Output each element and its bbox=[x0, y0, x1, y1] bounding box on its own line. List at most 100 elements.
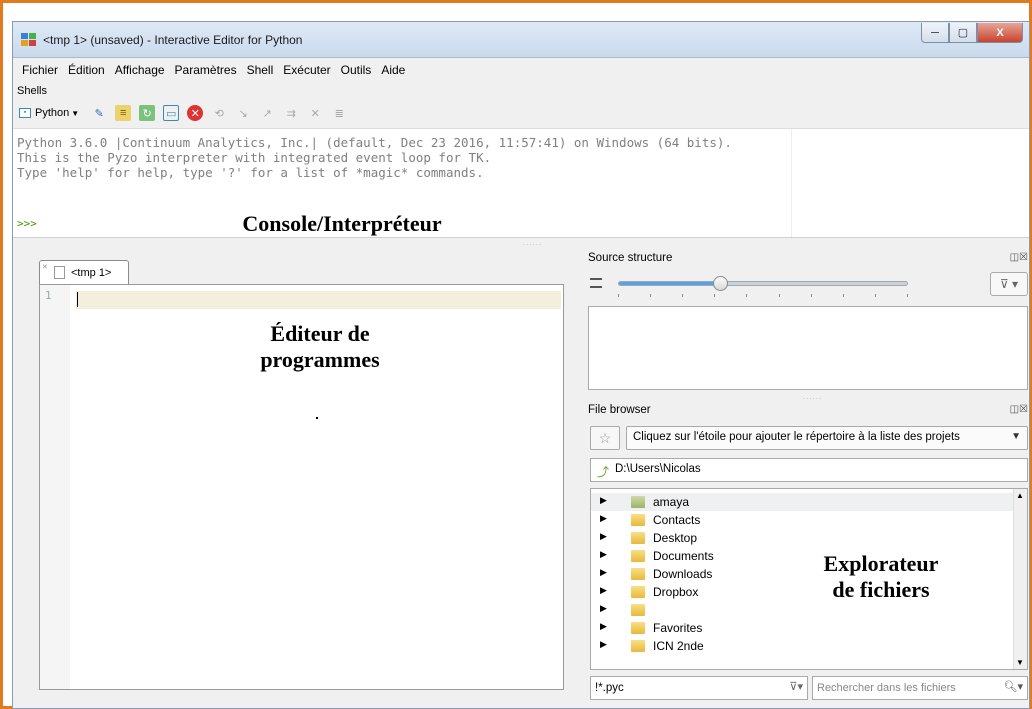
menu-bar: Fichier Édition Affichage Paramètres She… bbox=[13, 59, 1029, 81]
terminate-icon[interactable]: ✕ bbox=[187, 105, 204, 121]
path-input[interactable]: ⤴ D:\Users\Nicolas bbox=[590, 458, 1028, 482]
restart-icon[interactable]: ↻ bbox=[139, 105, 156, 121]
file-list[interactable]: ▶ amaya ▶ Contacts ▶ Desktop ▶ Documents… bbox=[590, 488, 1028, 670]
file-list-scrollbar[interactable]: ▲ ▼ bbox=[1013, 489, 1027, 669]
scroll-down-icon[interactable]: ▼ bbox=[1016, 658, 1024, 667]
expand-icon[interactable]: ▶ bbox=[600, 513, 607, 524]
console-output: Python 3.6.0 |Continuum Analytics, Inc.|… bbox=[13, 129, 1029, 180]
menu-aide[interactable]: Aide bbox=[376, 63, 410, 77]
clear-icon[interactable]: ▭ bbox=[163, 105, 180, 121]
code-editor[interactable]: 1 Éditeur de programmes bbox=[39, 284, 564, 690]
search-icon[interactable]: 🔍︎▾ bbox=[1004, 680, 1024, 693]
shell-toolbar: ▪ Python ▼ ✎ ≡ ↻ ▭ ✕ ⟲ ↘ ↗ ⇉ ✕ ≣ bbox=[17, 102, 351, 124]
source-structure-panel: Source structure ◫☒ ⊽ ▾ bbox=[588, 250, 1029, 390]
expand-icon[interactable]: ▶ bbox=[600, 585, 607, 596]
expand-icon[interactable]: ▶ bbox=[600, 495, 607, 506]
path-value: D:\Users\Nicolas bbox=[615, 463, 701, 475]
expand-icon[interactable]: ▶ bbox=[600, 621, 607, 632]
project-select[interactable]: Cliquez sur l'étoile pour ajouter le rép… bbox=[626, 426, 1028, 450]
slider-fill bbox=[619, 282, 720, 285]
new-shell-icon[interactable]: ✎ bbox=[91, 105, 107, 121]
structure-filter-button[interactable]: ⊽ ▾ bbox=[990, 272, 1028, 296]
tab-tmp1[interactable]: ✕ <tmp 1> bbox=[39, 260, 129, 284]
title-bar: <tmp 1> (unsaved) - Interactive Editor f… bbox=[13, 22, 1029, 58]
text-cursor bbox=[77, 292, 78, 307]
step-in-icon[interactable]: ↗ bbox=[259, 105, 275, 121]
document-icon bbox=[54, 266, 65, 279]
filter-icon[interactable]: ⊽▾ bbox=[789, 680, 803, 693]
folder-icon bbox=[631, 622, 645, 634]
menu-affichage[interactable]: Affichage bbox=[110, 63, 170, 77]
menu-shell[interactable]: Shell bbox=[242, 63, 279, 77]
file-browser-annotation-line: de fichiers bbox=[832, 577, 930, 602]
shell-selector-label: Python bbox=[35, 107, 70, 119]
list-item[interactable]: ▶ Desktop bbox=[591, 529, 1015, 547]
editor-panel: ✕ <tmp 1> 1 Éditeur de programmes bbox=[17, 244, 571, 708]
file-name: Desktop bbox=[653, 531, 698, 545]
menu-fichier[interactable]: Fichier bbox=[17, 63, 63, 77]
menu-executer[interactable]: Exécuter bbox=[278, 63, 335, 77]
file-filter-input[interactable]: !*.pyc ⊽▾ bbox=[590, 676, 808, 700]
window-title: <tmp 1> (unsaved) - Interactive Editor f… bbox=[43, 33, 303, 47]
close-button[interactable]: X bbox=[977, 23, 1023, 43]
expand-icon[interactable]: ▶ bbox=[600, 567, 607, 578]
file-name: Documents bbox=[653, 549, 714, 563]
list-item[interactable]: ▶ ICN 2nde bbox=[591, 637, 1015, 655]
star-icon[interactable]: ☆ bbox=[590, 426, 620, 450]
scroll-up-icon[interactable]: ▲ bbox=[1016, 491, 1024, 500]
file-name: ICN 2nde bbox=[653, 639, 704, 653]
slider-handle[interactable] bbox=[712, 276, 728, 291]
file-search-input[interactable]: Rechercher dans les fichiers 🔍︎▾ bbox=[812, 676, 1028, 700]
file-name: Dropbox bbox=[653, 585, 699, 599]
dock-buttons-icon[interactable]: ◫☒ bbox=[1010, 404, 1028, 415]
step-over-icon[interactable]: ⇉ bbox=[283, 105, 299, 121]
app-window: <tmp 1> (unsaved) - Interactive Editor f… bbox=[12, 21, 1030, 709]
list-item[interactable]: ▶ Favorites bbox=[591, 619, 1015, 637]
interrupt-icon[interactable]: ⟲ bbox=[211, 105, 227, 121]
folder-up-icon[interactable]: ⤴ bbox=[597, 463, 609, 480]
python-console[interactable]: Python 3.6.0 |Continuum Analytics, Inc.|… bbox=[13, 128, 1029, 238]
stray-dot bbox=[316, 417, 318, 419]
dock-buttons-icon[interactable]: ◫☒ bbox=[1010, 252, 1028, 263]
line-number: 1 bbox=[45, 289, 52, 302]
edit-config-icon[interactable]: ≡ bbox=[115, 105, 132, 121]
expand-icon[interactable]: ▶ bbox=[600, 603, 607, 614]
splitter-handle[interactable]: ...... bbox=[803, 392, 822, 401]
chevron-down-icon: ▼ bbox=[1011, 431, 1021, 442]
menu-edition[interactable]: Édition bbox=[63, 63, 110, 77]
step-out-icon[interactable]: ✕ bbox=[307, 105, 323, 121]
tab-close-icon[interactable]: ✕ bbox=[42, 263, 48, 271]
console-annotation: Console/Interpréteur bbox=[242, 211, 442, 236]
folder-icon bbox=[631, 514, 645, 526]
folder-icon bbox=[631, 550, 645, 562]
shell-selector[interactable]: ▪ Python ▼ bbox=[17, 107, 79, 119]
minimize-button[interactable]: ─ bbox=[921, 23, 949, 43]
menu-parametres[interactable]: Paramètres bbox=[170, 63, 242, 77]
file-search-placeholder: Rechercher dans les fichiers bbox=[817, 682, 956, 694]
file-browser-title: File browser bbox=[588, 404, 651, 416]
folder-icon bbox=[631, 586, 645, 598]
file-name: amaya bbox=[653, 495, 690, 509]
structure-level-slider[interactable] bbox=[618, 276, 908, 291]
line-gutter: 1 bbox=[40, 285, 70, 689]
folder-icon bbox=[631, 568, 645, 580]
tab-label: <tmp 1> bbox=[71, 266, 112, 279]
expand-icon[interactable]: ▶ bbox=[600, 639, 607, 650]
debug-stop-icon[interactable]: ↘ bbox=[235, 105, 251, 121]
folder-icon bbox=[631, 532, 645, 544]
menu-outils[interactable]: Outils bbox=[336, 63, 377, 77]
shell-icon: ▪ bbox=[19, 108, 31, 118]
list-item[interactable]: ▶ Contacts bbox=[591, 511, 1015, 529]
list-item[interactable]: ▶ bbox=[591, 601, 1015, 619]
slider-ticks bbox=[618, 294, 908, 297]
expand-icon[interactable]: ▶ bbox=[600, 549, 607, 560]
maximize-button[interactable]: ▢ bbox=[949, 23, 977, 43]
list-item[interactable]: ▶ amaya bbox=[591, 493, 1015, 511]
structure-tree[interactable] bbox=[588, 306, 1028, 390]
file-browser-annotation: Explorateur de fichiers bbox=[781, 551, 981, 603]
expand-icon[interactable]: ▶ bbox=[600, 531, 607, 542]
screenshot-frame: <tmp 1> (unsaved) - Interactive Editor f… bbox=[0, 0, 1032, 709]
project-select-label: Cliquez sur l'étoile pour ajouter le rép… bbox=[633, 431, 960, 443]
file-name: Contacts bbox=[653, 513, 701, 527]
breakpoints-icon[interactable]: ≣ bbox=[331, 105, 347, 121]
